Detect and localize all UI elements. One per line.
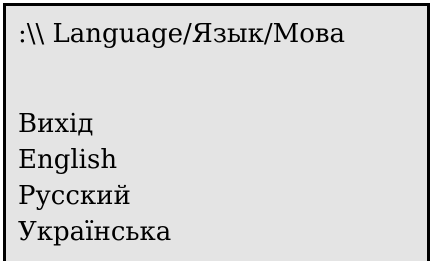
menu-item-ukrainian[interactable]: Українська (18, 214, 171, 250)
menu-item-english[interactable]: English (18, 142, 171, 178)
language-menu: Вихід English Русский Українська (18, 106, 171, 250)
dialog-title: :\\ Language/Язык/Мова (18, 19, 346, 49)
language-dialog: :\\ Language/Язык/Мова Вихід English Рус… (3, 3, 430, 261)
menu-item-exit[interactable]: Вихід (18, 106, 171, 142)
menu-item-russian[interactable]: Русский (18, 178, 171, 214)
